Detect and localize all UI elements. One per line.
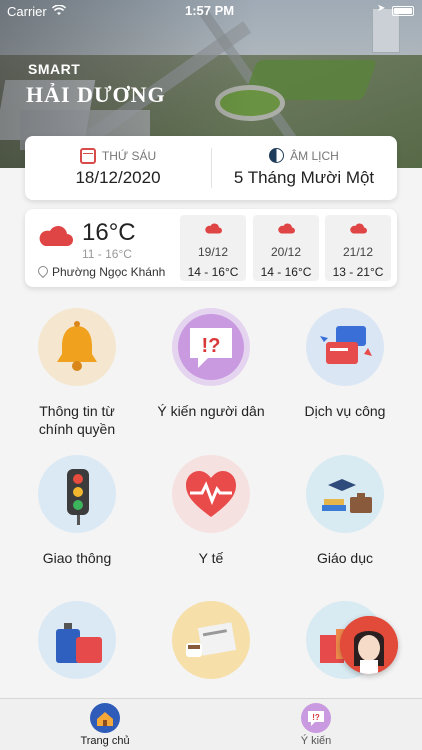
chat-assistant-button[interactable] — [340, 616, 398, 674]
cloud-icon — [39, 226, 73, 246]
solar-date: 18/12/2020 — [75, 168, 161, 187]
forecast-day: 21/12 13 - 21°C — [325, 215, 391, 281]
forecast-day: 20/12 14 - 16°C — [253, 215, 319, 281]
newspaper-coffee-icon — [172, 601, 250, 679]
location-name: Phường Ngọc Khánh — [52, 265, 166, 279]
forecast-range: 13 - 21°C — [332, 265, 384, 279]
calendar-icon — [79, 148, 96, 164]
luggage-icon — [38, 601, 116, 679]
tab-bar: Trang chủ !? Ý kiến — [0, 698, 422, 750]
tab-home-label: Trang chủ — [80, 735, 130, 747]
home-icon — [90, 703, 120, 733]
feedback-icon: !? — [301, 703, 331, 733]
carrier-label: Carrier — [7, 4, 47, 19]
lunar-label: ÂM LỊCH — [290, 148, 339, 163]
menu-education[interactable]: Giáo dục — [280, 455, 410, 567]
solar-date-section: THỨ SÁU 18/12/2020 — [25, 136, 211, 200]
forecast-date: 20/12 — [270, 245, 302, 259]
menu-label-line1: Giao thông — [42, 550, 112, 566]
forecast-date: 21/12 — [342, 245, 374, 259]
status-bar: Carrier 1:57 PM ➤ — [0, 0, 422, 22]
cloud-icon — [350, 223, 367, 234]
menu-traffic[interactable]: Giao thông — [12, 455, 142, 567]
battery-icon — [392, 6, 414, 16]
brand-city: HẢI DƯƠNG — [26, 82, 166, 107]
svg-text:!?: !? — [202, 335, 221, 357]
location-arrow-icon: ➤ — [377, 3, 386, 14]
cloud-icon — [205, 223, 222, 234]
menu-label-line1: Dịch vụ công — [304, 403, 386, 419]
weather-location: Phường Ngọc Khánh — [37, 265, 165, 279]
card-exchange-icon — [306, 308, 384, 386]
lunar-date: 5 Tháng Mười Một — [233, 168, 375, 187]
menu-label-line1: Y tế — [198, 550, 224, 566]
menu-government-info[interactable]: Thông tin từ chính quyền — [12, 308, 142, 438]
heart-pulse-icon — [172, 455, 250, 533]
graduation-cap-icon — [306, 455, 384, 533]
forecast-range: 14 - 16°C — [260, 265, 312, 279]
clock-time: 1:57 PM — [185, 3, 235, 18]
date-card[interactable]: THỨ SÁU 18/12/2020 ÂM LỊCH 5 Tháng Mười … — [25, 136, 397, 200]
assistant-avatar-icon — [340, 616, 398, 674]
menu-label-line1: Ý kiến người dân — [157, 403, 265, 419]
menu-public-services[interactable]: Dịch vụ công — [280, 308, 410, 420]
menu-citizen-feedback[interactable]: !? Ý kiến người dân — [146, 308, 276, 420]
forecast-date: 19/12 — [197, 245, 229, 259]
lunar-date-section: ÂM LỊCH 5 Tháng Mười Một — [211, 136, 397, 200]
map-pin-icon — [37, 266, 47, 278]
current-temperature: 16°C — [82, 219, 136, 246]
forecast-range: 14 - 16°C — [187, 265, 239, 279]
menu-news[interactable] — [146, 601, 276, 679]
cloud-icon — [278, 223, 295, 234]
menu-tourism[interactable] — [12, 601, 142, 679]
traffic-light-icon — [38, 455, 116, 533]
svg-text:!?: !? — [312, 713, 320, 722]
menu-label-line1: Thông tin từ — [39, 403, 115, 419]
brand-smart: SMART — [28, 61, 81, 77]
tab-feedback[interactable]: !? Ý kiến — [266, 703, 366, 747]
tab-feedback-label: Ý kiến — [300, 735, 332, 747]
wifi-icon — [51, 4, 67, 19]
tab-home[interactable]: Trang chủ — [55, 703, 155, 747]
bell-icon — [38, 308, 116, 386]
weekday-label: THỨ SÁU — [101, 149, 157, 163]
menu-health[interactable]: Y tế — [146, 455, 276, 567]
weather-card[interactable]: 16°C 11 - 16°C Phường Ngọc Khánh 19/12 1… — [25, 209, 397, 287]
temperature-range: 11 - 16°C — [82, 247, 132, 261]
forecast-day: 19/12 14 - 16°C — [180, 215, 246, 281]
menu-label-line2: chính quyền — [38, 421, 116, 437]
menu-label-line1: Giáo dục — [316, 550, 374, 566]
feedback-bubble-icon: !? — [172, 308, 250, 386]
yin-yang-icon — [269, 148, 285, 163]
